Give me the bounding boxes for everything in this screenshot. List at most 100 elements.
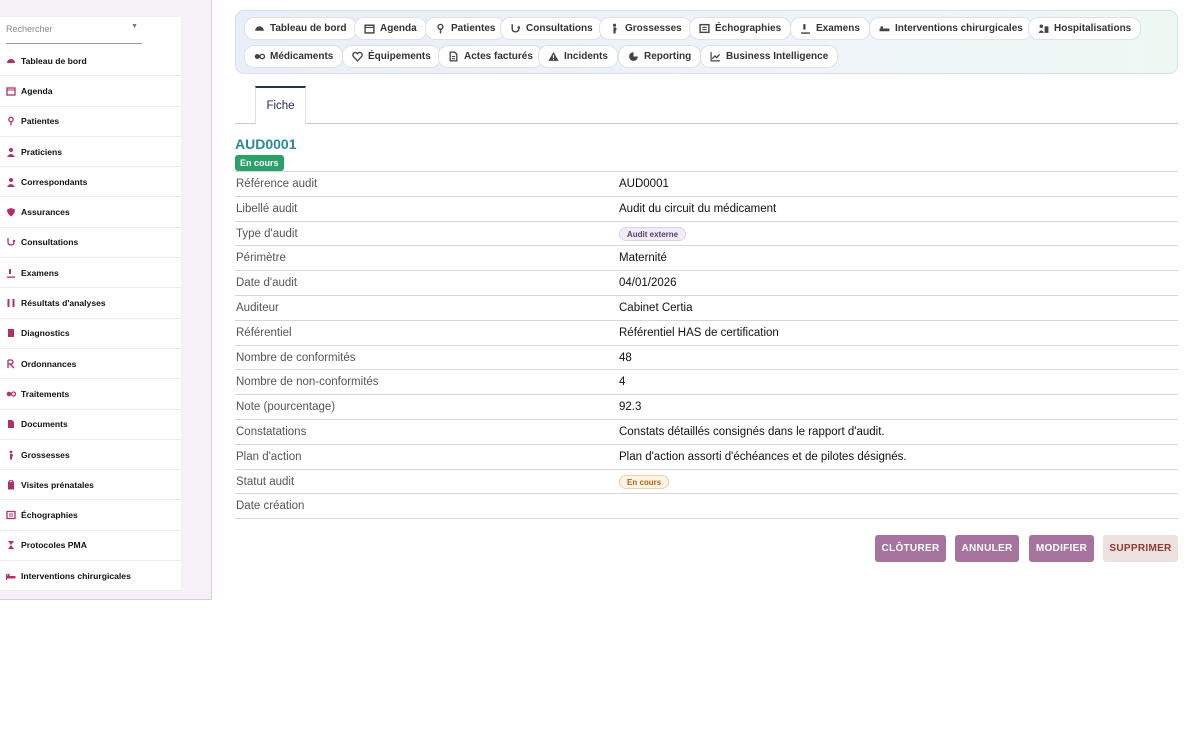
sidebar-item-label: Consultations (21, 237, 79, 248)
female-icon (435, 23, 446, 34)
field-label: Type d'audit (236, 227, 298, 240)
sidebar-item-echographies[interactable]: Échographies (0, 500, 181, 531)
sidebar-item-traitements[interactable]: Traitements (0, 379, 181, 410)
nav-interventions-chirurgicales[interactable]: Interventions chirurgicales (869, 17, 1033, 40)
bed-icon (879, 23, 890, 34)
nav-consultations[interactable]: Consultations (500, 17, 603, 40)
microscope-icon (6, 268, 16, 278)
sidebar-item-label: Patientes (21, 116, 60, 127)
warning-icon (548, 51, 559, 62)
field-value: Plan d'action assorti d'échéances et de … (619, 450, 907, 463)
shield-icon (6, 207, 16, 217)
nav-examens[interactable]: Examens (790, 17, 870, 40)
calendar-icon (364, 23, 375, 34)
field-row-nb-conformites: Nombre de conformités 48 (235, 346, 1178, 371)
nav-label: Consultations (526, 23, 593, 34)
sidebar-item-visites-prenatales[interactable]: Visites prénatales (0, 470, 181, 501)
sidebar-item-protocoles-pma[interactable]: Protocoles PMA (0, 531, 181, 562)
tab-fiche[interactable]: Fiche (255, 86, 306, 124)
nav-reporting[interactable]: Reporting (618, 45, 702, 68)
microscope-icon (800, 23, 811, 34)
ultrasound-icon (699, 23, 710, 34)
nav-grossesses[interactable]: Grossesses (599, 17, 692, 40)
record-fields: Référence audit AUD0001 Libellé audit Au… (235, 171, 1178, 520)
nav-echographies[interactable]: Échographies (689, 17, 792, 40)
field-label: Libellé audit (236, 202, 298, 215)
supprimer-button[interactable]: SUPPRIMER (1103, 535, 1178, 562)
pills-icon (6, 389, 16, 399)
sidebar-item-correspondants[interactable]: Correspondants (0, 167, 181, 198)
nav-label: Grossesses (625, 23, 682, 34)
pie-chart-icon (628, 51, 639, 62)
sidebar-item-agenda[interactable]: Agenda (0, 76, 181, 107)
sidebar-item-tableau-de-bord[interactable]: Tableau de bord (0, 46, 181, 77)
sidebar-item-resultats-analyses[interactable]: Résultats d'analyses (0, 288, 181, 319)
sidebar-item-interventions-chirurgicales[interactable]: Interventions chirurgicales (0, 561, 181, 592)
gauge-icon (254, 23, 265, 34)
field-label: Plan d'action (236, 450, 302, 463)
sidebar-item-label: Agenda (21, 85, 53, 96)
sidebar: ▼ Tableau de bord Agenda Patientes Prati… (0, 0, 212, 600)
nav-label: Actes facturés (464, 51, 533, 62)
nav-actes-factures[interactable]: Actes facturés (438, 45, 543, 68)
stethoscope-icon (6, 237, 16, 247)
sidebar-item-documents[interactable]: Documents (0, 410, 181, 440)
sidebar-item-praticiens[interactable]: Praticiens (0, 137, 181, 168)
field-row-constatations: Constatations Constats détaillés consign… (235, 420, 1178, 445)
sidebar-item-assurances[interactable]: Assurances (0, 197, 181, 228)
field-value: Cabinet Certia (619, 301, 693, 314)
sidebar-item-label: Praticiens (21, 146, 63, 157)
nav-incidents[interactable]: Incidents (538, 45, 618, 68)
clipboard-icon (6, 479, 16, 490)
sidebar-item-ordonnances[interactable]: Ordonnances (0, 349, 181, 380)
annuler-button[interactable]: ANNULER (955, 535, 1019, 562)
sidebar-item-consultations[interactable]: Consultations (0, 228, 181, 259)
modifier-button[interactable]: MODIFIER (1029, 535, 1094, 562)
calendar-icon (6, 86, 16, 96)
sidebar-item-label: Assurances (21, 207, 70, 218)
field-value: Référentiel HAS de certification (619, 326, 779, 339)
field-label: Référentiel (236, 326, 292, 339)
field-value: Maternité (619, 252, 667, 265)
nav-patientes[interactable]: Patientes (425, 17, 506, 40)
field-label: Périmètre (236, 252, 286, 265)
vials-icon (6, 298, 16, 308)
nav-tableau-de-bord[interactable]: Tableau de bord (244, 17, 357, 40)
sidebar-item-label: Tableau de bord (21, 55, 87, 66)
nav-label: Examens (816, 23, 860, 34)
field-value: 92.3 (619, 401, 642, 414)
pills-icon (254, 51, 265, 62)
nav-label: Tableau de bord (270, 23, 347, 34)
prescription-icon (6, 358, 16, 369)
sidebar-item-label: Grossesses (21, 449, 70, 460)
record-title: AUD0001 (235, 136, 297, 152)
nav-label: Équipements (368, 51, 431, 62)
nav-medicaments[interactable]: Médicaments (244, 45, 344, 68)
field-value: Audit du circuit du médicament (619, 202, 777, 215)
sidebar-search[interactable]: ▼ (6, 17, 142, 44)
field-value: Constats détaillés consignés dans le rap… (619, 425, 885, 438)
sidebar-item-examens[interactable]: Examens (0, 258, 181, 289)
field-row-date-creation: Date création (235, 494, 1178, 520)
gauge-icon (6, 56, 16, 66)
nav-label: Agenda (380, 23, 417, 34)
nav-hospitalisations[interactable]: Hospitalisations (1028, 17, 1142, 40)
invoice-icon (448, 51, 459, 62)
sidebar-item-diagnostics[interactable]: Diagnostics (0, 319, 181, 349)
nav-equipements[interactable]: Équipements (342, 45, 441, 68)
sidebar-item-grossesses[interactable]: Grossesses (0, 440, 181, 471)
chevron-down-icon[interactable]: ▼ (131, 23, 138, 30)
cloturer-button[interactable]: CLÔTURER (875, 535, 946, 562)
ultrasound-icon (6, 510, 16, 520)
field-row-perimetre: Périmètre Maternité (235, 246, 1178, 272)
line-chart-icon (710, 51, 721, 62)
search-input[interactable] (6, 17, 126, 37)
nav-agenda[interactable]: Agenda (354, 17, 427, 40)
statut-audit-badge: En cours (619, 474, 670, 489)
nav-business-intelligence[interactable]: Business Intelligence (700, 45, 839, 68)
file-medical-icon (6, 328, 16, 338)
sidebar-item-patientes[interactable]: Patientes (0, 107, 181, 137)
field-row-note: Note (pourcentage) 92.3 (235, 395, 1178, 420)
sidebar-item-label: Visites prénatales (21, 479, 94, 490)
field-row-auditeur: Auditeur Cabinet Certia (235, 296, 1178, 321)
